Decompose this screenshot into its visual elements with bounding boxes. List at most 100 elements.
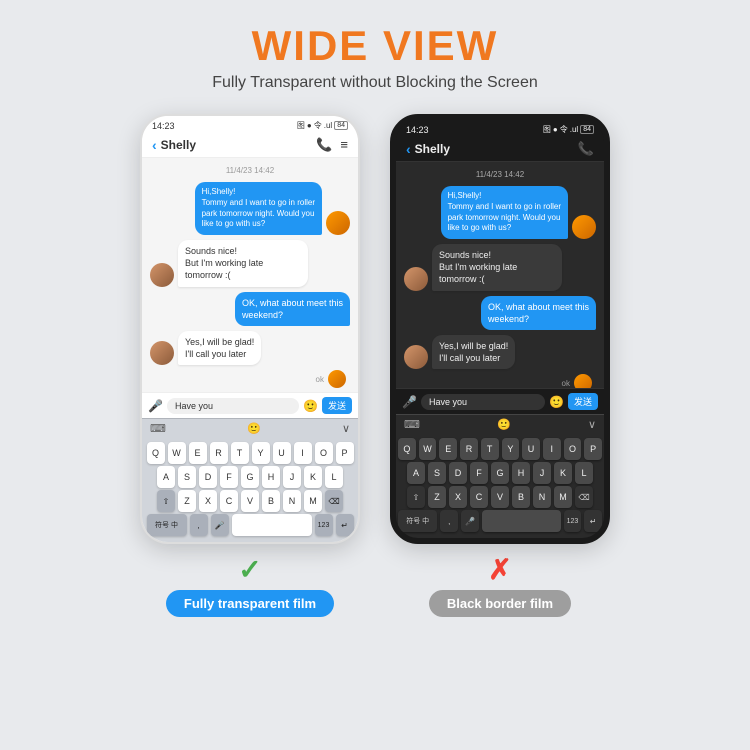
key-T-left[interactable]: T (231, 442, 249, 464)
key-V-right[interactable]: V (491, 486, 509, 508)
key-enter-left[interactable]: ↵ (336, 514, 354, 536)
key-Z-right[interactable]: Z (428, 486, 446, 508)
menu-icon-left[interactable]: ≡ (340, 137, 348, 153)
key-N-right[interactable]: N (533, 486, 551, 508)
key-N-left[interactable]: N (283, 490, 301, 512)
phone-icon-left[interactable]: 📞 (316, 137, 332, 153)
key-X-left[interactable]: X (199, 490, 217, 512)
phone-icon-right[interactable]: 📞 (578, 141, 594, 157)
key-123-right[interactable]: 123 (564, 510, 582, 532)
key-U-right[interactable]: U (522, 438, 540, 460)
key-L-right[interactable]: L (575, 462, 593, 484)
msg-sent-1-right: Hi,Shelly!Tommy and I want to go in roll… (404, 186, 596, 239)
key-V-left[interactable]: V (241, 490, 259, 512)
key-U-left[interactable]: U (273, 442, 291, 464)
key-Y-right[interactable]: Y (502, 438, 520, 460)
food-avatar-left (326, 211, 350, 235)
key-space-right[interactable] (482, 510, 561, 532)
key-shift-right[interactable]: ⇧ (407, 486, 425, 508)
key-M-left[interactable]: M (304, 490, 322, 512)
key-I-left[interactable]: I (294, 442, 312, 464)
key-cn-right[interactable]: 符号 中 (398, 510, 437, 532)
key-K-left[interactable]: K (304, 466, 322, 488)
key-Q-right[interactable]: Q (398, 438, 416, 460)
key-B-right[interactable]: B (512, 486, 530, 508)
key-F-left[interactable]: F (220, 466, 238, 488)
key-W-left[interactable]: W (168, 442, 186, 464)
key-L-left[interactable]: L (325, 466, 343, 488)
key-space-left[interactable] (232, 514, 312, 536)
key-shift-left[interactable]: ⇧ (157, 490, 175, 512)
key-J-left[interactable]: J (283, 466, 301, 488)
send-btn-right[interactable]: 发送 (568, 393, 598, 410)
input-field-left[interactable]: Have you (167, 398, 299, 414)
key-S-left[interactable]: S (178, 466, 196, 488)
kb-icon1-right[interactable]: ⌨ (404, 418, 420, 431)
key-K-right[interactable]: K (554, 462, 572, 484)
key-P-right[interactable]: P (584, 438, 602, 460)
key-123-left[interactable]: 123 (315, 514, 333, 536)
mic-icon-right[interactable]: 🎤 (402, 395, 417, 409)
key-Z-left[interactable]: Z (178, 490, 196, 512)
kb-row3-right: ⇧ Z X C V B N M ⌫ (398, 486, 602, 508)
key-E-left[interactable]: E (189, 442, 207, 464)
phones-comparison: 14:23 图●令.ul84 ‹ Shelly 📞 ≡ (140, 114, 610, 617)
key-E-right[interactable]: E (439, 438, 457, 460)
key-S-right[interactable]: S (428, 462, 446, 484)
chat-header-icons-left: 📞 ≡ (316, 137, 348, 153)
kb-icon2-left[interactable]: 🙂 (247, 422, 261, 435)
key-H-right[interactable]: H (512, 462, 530, 484)
key-W-right[interactable]: W (419, 438, 437, 460)
emoji-icon-left[interactable]: 🙂 (303, 399, 318, 413)
back-arrow-right[interactable]: ‹ (406, 141, 411, 157)
back-arrow-left[interactable]: ‹ (152, 137, 157, 153)
key-mic2-right[interactable]: 🎤 (461, 510, 479, 532)
key-O-left[interactable]: O (315, 442, 333, 464)
key-G-right[interactable]: G (491, 462, 509, 484)
key-M-right[interactable]: M (554, 486, 572, 508)
key-Y-left[interactable]: Y (252, 442, 270, 464)
key-del-left[interactable]: ⌫ (325, 490, 343, 512)
key-R-right[interactable]: R (460, 438, 478, 460)
key-D-left[interactable]: D (199, 466, 217, 488)
key-R-left[interactable]: R (210, 442, 228, 464)
bubble-sent-2-left: OK, what about meet thisweekend? (235, 292, 350, 326)
key-O-right[interactable]: O (564, 438, 582, 460)
date-label-left: 11/4/23 14:42 (150, 166, 350, 175)
send-btn-left[interactable]: 发送 (322, 397, 352, 414)
input-field-right[interactable]: Have you (421, 394, 545, 410)
key-I-right[interactable]: I (543, 438, 561, 460)
emoji-icon-right[interactable]: 🙂 (549, 395, 564, 409)
key-H-left[interactable]: H (262, 466, 280, 488)
keyboard-left: Q W E R T Y U I O P A S D (142, 438, 358, 542)
mic-icon-left[interactable]: 🎤 (148, 399, 163, 413)
page-title: WIDE VIEW (212, 22, 538, 70)
key-mic2-left[interactable]: 🎤 (211, 514, 229, 536)
kb-icon3-right[interactable]: ∨ (588, 418, 596, 431)
contact-name-right: Shelly (415, 142, 450, 156)
key-T-right[interactable]: T (481, 438, 499, 460)
key-F-right[interactable]: F (470, 462, 488, 484)
key-A-left[interactable]: A (157, 466, 175, 488)
key-G-left[interactable]: G (241, 466, 259, 488)
key-C-left[interactable]: C (220, 490, 238, 512)
key-A-right[interactable]: A (407, 462, 425, 484)
key-del-right[interactable]: ⌫ (575, 486, 593, 508)
kb-icon1-left[interactable]: ⌨ (150, 422, 166, 435)
key-cn-left[interactable]: 符号 中 (147, 514, 187, 536)
key-comma-left[interactable]: , (190, 514, 208, 536)
key-D-right[interactable]: D (449, 462, 467, 484)
bubble-recv-1-right: Sounds nice!But I'm working late tomorro… (432, 244, 562, 290)
key-P-left[interactable]: P (336, 442, 354, 464)
key-comma-right[interactable]: , (440, 510, 458, 532)
kb-icon2-right[interactable]: 🙂 (497, 418, 511, 431)
kb-icon3-left[interactable]: ∨ (342, 422, 350, 435)
key-X-right[interactable]: X (449, 486, 467, 508)
key-B-left[interactable]: B (262, 490, 280, 512)
key-J-right[interactable]: J (533, 462, 551, 484)
key-Q-left[interactable]: Q (147, 442, 165, 464)
msg-sent-2-right: OK, what about meet thisweekend? (404, 296, 596, 330)
key-enter-right[interactable]: ↵ (584, 510, 602, 532)
key-C-right[interactable]: C (470, 486, 488, 508)
chat-messages-right: 11/4/23 14:42 Hi,Shelly!Tommy and I want… (396, 162, 604, 388)
